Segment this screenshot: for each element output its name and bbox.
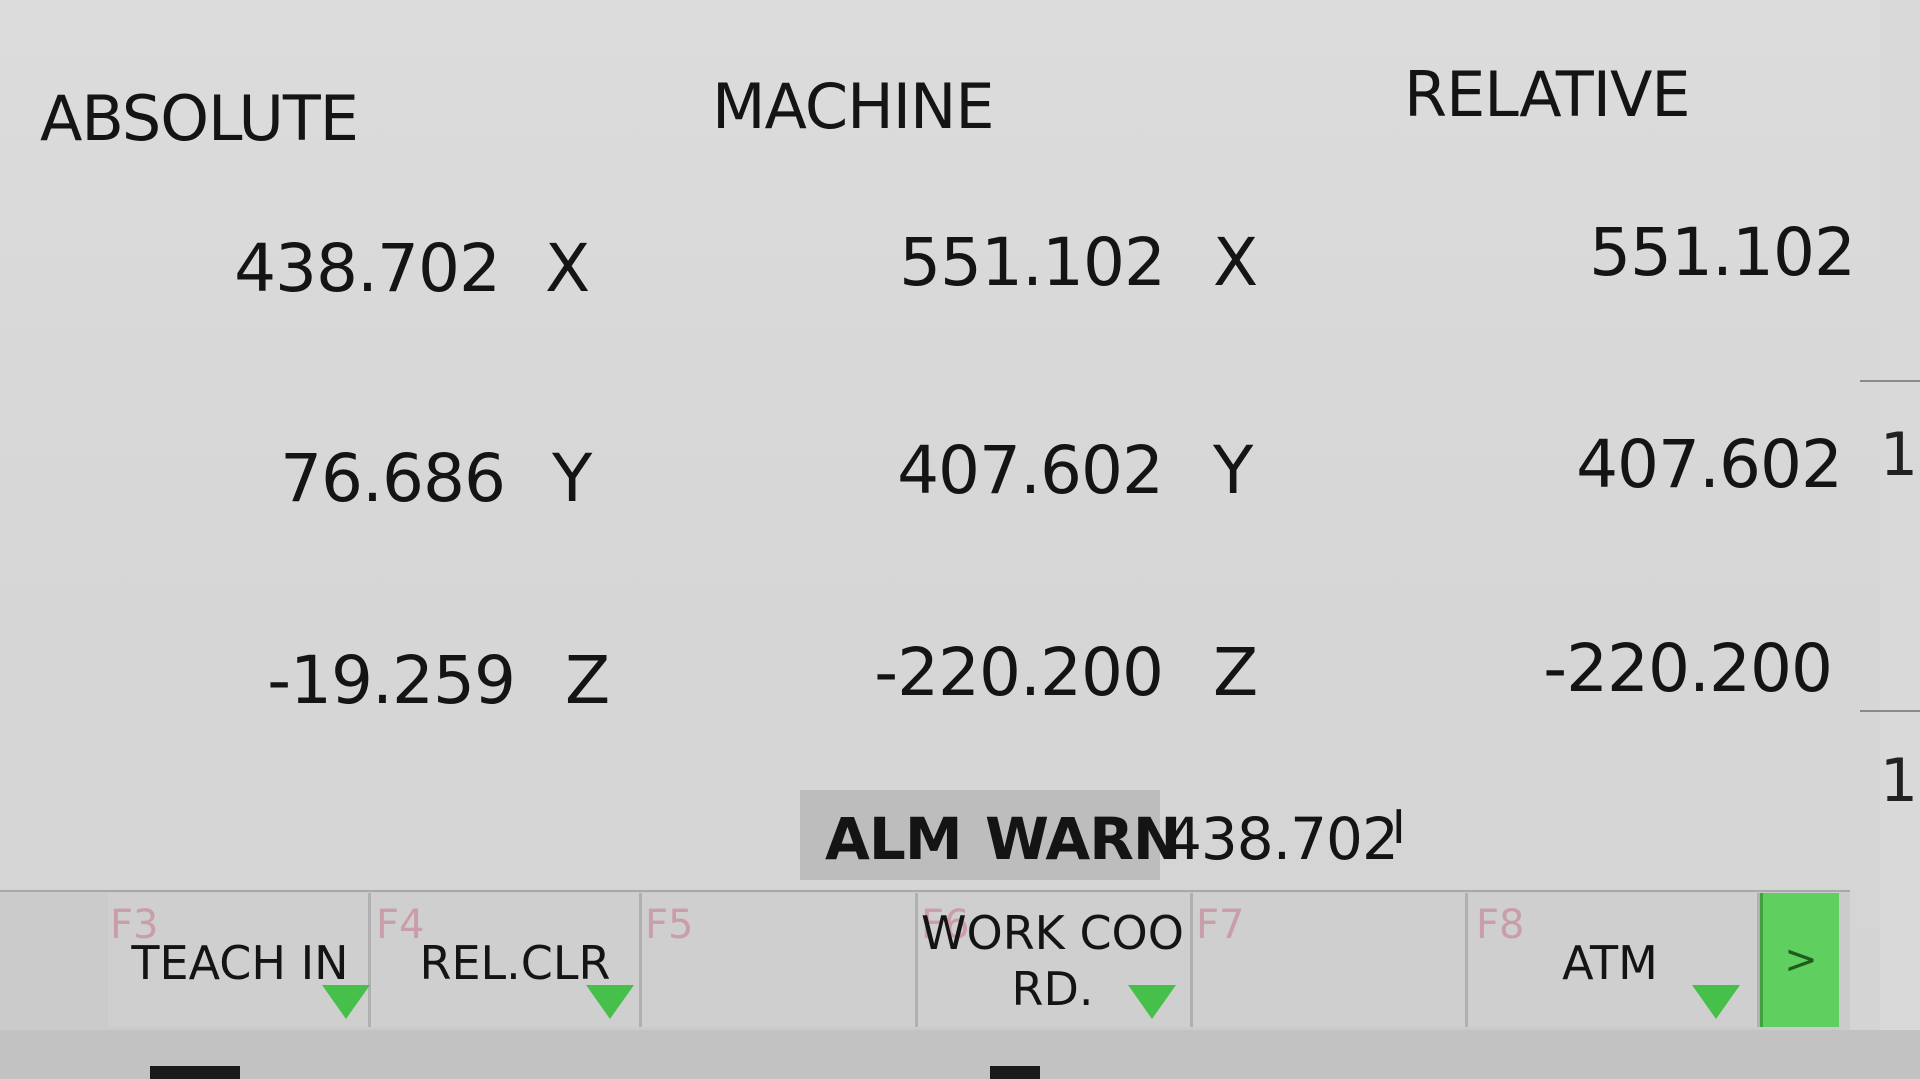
- relative-x-value: 551.102: [1589, 214, 1856, 291]
- bottom-bezel: [0, 1030, 1920, 1079]
- machine-z-axis: Z: [1213, 634, 1259, 711]
- softkey-menu-arrow-icon: [322, 985, 370, 1019]
- machine-y-axis: Y: [1213, 432, 1254, 509]
- row-divider: [1860, 380, 1920, 382]
- relative-z-value: -220.200: [1543, 630, 1833, 707]
- softkey-label: REL.CLR: [419, 936, 611, 990]
- absolute-z-axis: Z: [565, 642, 611, 719]
- header-machine: MACHINE: [712, 70, 995, 143]
- bezel-mark: [990, 1066, 1040, 1079]
- input-buffer-value[interactable]: 438.702: [1165, 805, 1399, 873]
- fkey-label: F5: [645, 902, 694, 948]
- softkey-label: TEACH IN: [131, 936, 349, 990]
- fkey-label: F8: [1476, 902, 1525, 948]
- header-relative: RELATIVE: [1404, 58, 1691, 131]
- text-cursor: I: [1392, 800, 1406, 854]
- edge-row-number: 1: [1879, 746, 1918, 816]
- edge-row-number: 1: [1879, 420, 1918, 490]
- absolute-y-axis: Y: [552, 440, 593, 517]
- alarm-indicator: ALM: [825, 805, 963, 873]
- absolute-x-axis: X: [545, 230, 591, 307]
- machine-x-value: 551.102: [899, 224, 1166, 301]
- softkey-menu-arrow-icon: [586, 985, 634, 1019]
- absolute-y-value: 76.686: [280, 440, 506, 517]
- absolute-x-value: 438.702: [234, 230, 501, 307]
- softkey-menu-arrow-icon: [1692, 985, 1740, 1019]
- softkey-menu-arrow-icon: [1128, 985, 1176, 1019]
- header-absolute: ABSOLUTE: [40, 82, 359, 155]
- machine-z-value: -220.200: [874, 634, 1164, 711]
- absolute-z-value: -19.259: [267, 642, 516, 719]
- fkey-label: F7: [1196, 902, 1245, 948]
- warning-indicator: WARN: [985, 805, 1181, 873]
- softkey-label: ATM: [1562, 936, 1658, 990]
- bezel-mark: [150, 1066, 240, 1079]
- machine-y-value: 407.602: [897, 432, 1164, 509]
- next-page-button[interactable]: >: [1760, 893, 1839, 1027]
- relative-y-value: 407.602: [1576, 426, 1843, 503]
- row-divider: [1860, 710, 1920, 712]
- machine-x-axis: X: [1213, 224, 1259, 301]
